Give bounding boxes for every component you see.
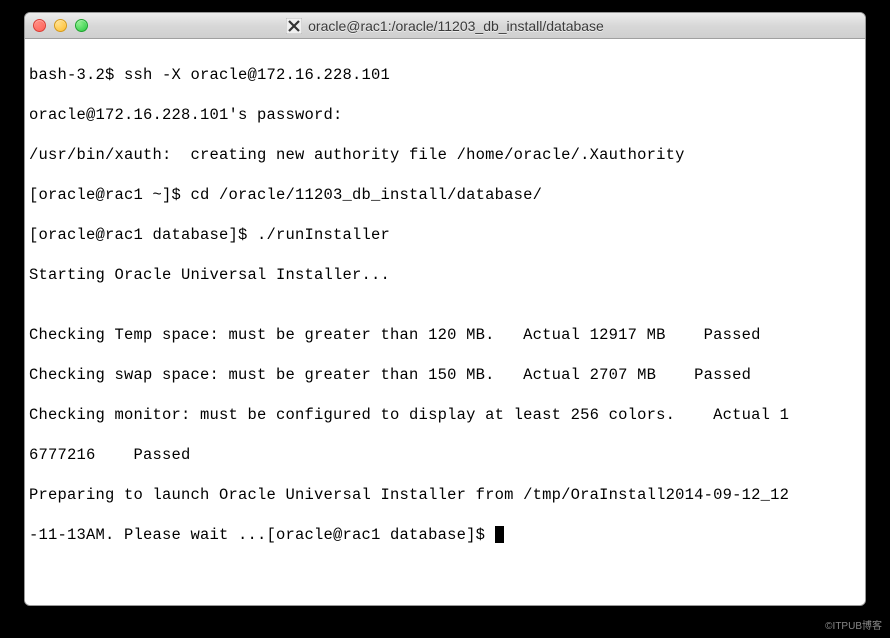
x11-icon bbox=[286, 18, 302, 34]
prompt-text: -11-13AM. Please wait ...[oracle@rac1 da… bbox=[29, 526, 495, 544]
watermark: ©ITPUB博客 bbox=[825, 617, 882, 632]
terminal-line: Checking Temp space: must be greater tha… bbox=[29, 325, 861, 345]
terminal-line: Preparing to launch Oracle Universal Ins… bbox=[29, 485, 861, 505]
close-button[interactable] bbox=[33, 19, 46, 32]
terminal-body[interactable]: bash-3.2$ ssh -X oracle@172.16.228.101 o… bbox=[25, 39, 865, 605]
zoom-button[interactable] bbox=[75, 19, 88, 32]
traffic-lights bbox=[33, 19, 88, 32]
terminal-window: oracle@rac1:/oracle/11203_db_install/dat… bbox=[24, 12, 866, 606]
window-title: oracle@rac1:/oracle/11203_db_install/dat… bbox=[308, 18, 604, 34]
terminal-line: /usr/bin/xauth: creating new authority f… bbox=[29, 145, 861, 165]
terminal-line: [oracle@rac1 ~]$ cd /oracle/11203_db_ins… bbox=[29, 185, 861, 205]
terminal-prompt-line: -11-13AM. Please wait ...[oracle@rac1 da… bbox=[29, 525, 861, 545]
resize-grip[interactable] bbox=[849, 589, 863, 603]
minimize-button[interactable] bbox=[54, 19, 67, 32]
terminal-line: Checking monitor: must be configured to … bbox=[29, 405, 861, 425]
terminal-line: Starting Oracle Universal Installer... bbox=[29, 265, 861, 285]
cursor bbox=[495, 526, 504, 543]
terminal-line: 6777216 Passed bbox=[29, 445, 861, 465]
titlebar[interactable]: oracle@rac1:/oracle/11203_db_install/dat… bbox=[25, 13, 865, 39]
terminal-line: [oracle@rac1 database]$ ./runInstaller bbox=[29, 225, 861, 245]
terminal-line: Checking swap space: must be greater tha… bbox=[29, 365, 861, 385]
terminal-line: oracle@172.16.228.101's password: bbox=[29, 105, 861, 125]
title-center: oracle@rac1:/oracle/11203_db_install/dat… bbox=[25, 18, 865, 34]
terminal-line: bash-3.2$ ssh -X oracle@172.16.228.101 bbox=[29, 65, 861, 85]
